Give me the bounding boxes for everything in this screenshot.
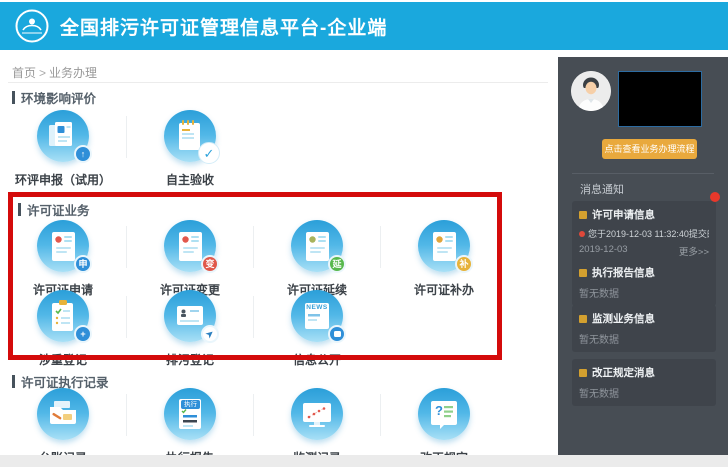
- renew-badge-icon: 延: [328, 255, 346, 273]
- tile-label: 排污登记: [165, 353, 214, 367]
- notice-card-title: 执行报告信息: [579, 265, 709, 280]
- reissue-badge-icon: 补: [455, 255, 473, 273]
- tile-label: 信息公开: [292, 353, 341, 367]
- question-mark-label: ?: [435, 403, 443, 418]
- info-disclosure-icon: NEWS: [291, 290, 346, 343]
- sidebar: 点击查看业务办理流程 消息通知 许可申请信息 您于2019-12-03 11:3…: [558, 57, 728, 455]
- tile-permit-renew[interactable]: 延 许可证延续: [254, 220, 380, 298]
- tile-info-disclosure[interactable]: NEWS 信息公开: [254, 290, 380, 368]
- notification-dot: [710, 192, 720, 202]
- heavy-metal-reg-icon: +: [37, 290, 92, 343]
- page-footer-strip: [0, 455, 728, 467]
- tile-self-acceptance[interactable]: ✓ 自主验收: [127, 110, 253, 188]
- permit-reissue-icon: 补: [418, 220, 473, 273]
- page-title: 全国排污许可证管理信息平台-企业端: [60, 17, 388, 39]
- plus-badge-icon: +: [74, 325, 92, 343]
- permit-change-icon: 变: [164, 220, 219, 273]
- permit-apply-icon: 申: [37, 220, 92, 273]
- section-title-env: 环境影响评价: [12, 88, 96, 107]
- notice-card-title: 许可申请信息: [579, 207, 709, 222]
- change-badge-icon: 变: [201, 255, 219, 273]
- news-label: NEWS: [306, 304, 328, 311]
- tile-heavy-metal-reg[interactable]: + 涉重登记: [0, 290, 126, 368]
- notice-message[interactable]: 您于2019-12-03 11:32:40提交的申..: [579, 227, 709, 240]
- section-title-bar: [12, 91, 15, 104]
- photo-badge-icon: [328, 325, 346, 343]
- tile-label: 许可证补办: [413, 283, 474, 297]
- breadcrumb-home[interactable]: 首页: [12, 66, 36, 80]
- tile-label: 自主验收: [165, 173, 214, 187]
- empty-text: 暂无数据: [579, 335, 619, 346]
- upload-arrow-badge-icon: ↑: [74, 145, 92, 163]
- yellow-square-icon: [579, 368, 587, 377]
- notice-card-permit-apply[interactable]: 许可申请信息 您于2019-12-03 11:32:40提交的申.. 2019-…: [572, 201, 716, 264]
- notice-title: 消息通知: [580, 184, 624, 196]
- breadcrumb-current: 业务办理: [49, 66, 98, 80]
- self-acceptance-icon: ✓: [164, 110, 220, 164]
- tile-pollution-reg[interactable]: ➤ 排污登记: [127, 290, 253, 368]
- yellow-square-icon: [579, 268, 587, 277]
- empty-text: 暂无数据: [579, 289, 619, 300]
- empty-text: 暂无数据: [579, 389, 619, 400]
- monitoring-records-icon: [291, 388, 343, 440]
- notice-footer: 2019-12-03 更多>>: [579, 244, 709, 258]
- correction-rules-icon: ?: [418, 388, 470, 440]
- notice-card-title: 监测业务信息: [579, 311, 709, 326]
- tile-permit-change[interactable]: 变 许可证变更: [127, 220, 253, 298]
- permit-renew-icon: 延: [291, 220, 346, 273]
- section-title-text: 环境影响评价: [21, 92, 97, 106]
- notice-card-title: 改正规定消息: [579, 365, 709, 380]
- row-permit-2: + 涉重登记 ➤ 排污登记 NEWS 信息公开: [0, 290, 380, 368]
- env-declare-icon: ↑: [37, 110, 92, 163]
- apply-badge-icon: 申: [74, 255, 92, 273]
- row-env: ↑ 环评申报（试用） ✓ 自主验收: [0, 110, 253, 188]
- user-avatar: [571, 71, 611, 111]
- platform-logo-icon: [14, 8, 50, 44]
- notice-card-monitoring[interactable]: 监测业务信息 暂无数据: [572, 305, 716, 352]
- app-header: 全国排污许可证管理信息平台-企业端: [0, 2, 728, 50]
- section-title-permit: 许可证业务: [18, 200, 90, 219]
- sidebar-divider: [572, 173, 714, 174]
- notice-card-exec-report[interactable]: 执行报告信息 暂无数据: [572, 259, 716, 306]
- yellow-square-icon: [579, 314, 587, 323]
- tile-permit-reissue[interactable]: 补 许可证补办: [381, 220, 507, 298]
- check-badge-icon: ✓: [198, 142, 220, 164]
- breadcrumb: 首页 > 业务办理: [12, 64, 97, 81]
- notice-date: 2019-12-03: [579, 244, 628, 255]
- ledger-records-icon: [37, 388, 89, 440]
- notice-card-correction[interactable]: 改正规定消息 暂无数据: [572, 359, 716, 406]
- tile-label: 涉重登记: [38, 353, 87, 367]
- main-content: 首页 > 业务办理 环境影响评价 ↑ 环评申报（试用） ✓ 自主验收 许可证业务…: [0, 50, 558, 465]
- red-dot-icon: [579, 230, 585, 237]
- breadcrumb-divider: [8, 82, 548, 83]
- yellow-square-icon: [579, 210, 587, 219]
- section-title-bar: [12, 375, 15, 388]
- section-title-bar: [18, 203, 21, 216]
- section-title-text: 许可证业务: [27, 204, 90, 218]
- execution-tag-label: 执行: [181, 400, 200, 409]
- view-process-button[interactable]: 点击查看业务办理流程: [602, 139, 697, 159]
- breadcrumb-separator: >: [39, 66, 47, 80]
- row-permit-1: 申 许可证申请 变 许可证变更: [0, 220, 507, 298]
- execution-report-icon: 执行: [164, 388, 216, 440]
- more-link[interactable]: 更多>>: [679, 244, 709, 258]
- redacted-account-info: [618, 71, 702, 127]
- hand-pointer-badge-icon: ➤: [201, 325, 219, 343]
- tile-env-declare[interactable]: ↑ 环评申报（试用）: [0, 110, 126, 188]
- tile-permit-apply[interactable]: 申 许可证申请: [0, 220, 126, 298]
- tile-label: 环评申报（试用）: [14, 173, 111, 187]
- pollution-reg-icon: ➤: [164, 290, 219, 343]
